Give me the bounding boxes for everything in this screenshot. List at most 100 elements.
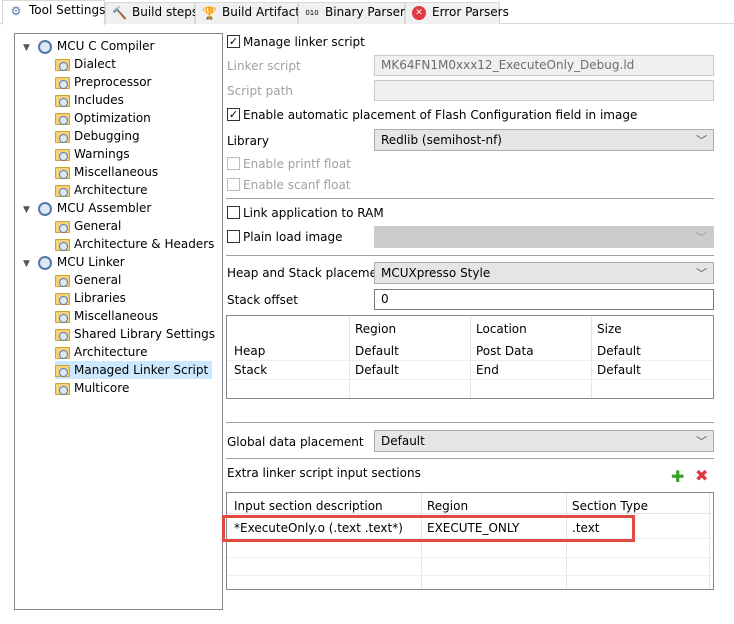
tree-item-libraries[interactable]: Libraries bbox=[55, 289, 130, 307]
library-select[interactable]: Redlib (semihost-nf) ﹀ bbox=[374, 129, 714, 151]
extra-sections-label: Extra linker script input sections bbox=[227, 466, 421, 480]
tree-item-dialect[interactable]: Dialect bbox=[55, 55, 120, 73]
tree-item-label: Optimization bbox=[74, 111, 151, 125]
plain-load-checkbox[interactable] bbox=[227, 230, 240, 243]
table-cell[interactable]: Default bbox=[355, 363, 399, 377]
tree-item-compiler[interactable]: ▼ MCU C Compiler bbox=[23, 37, 154, 55]
tree-item-label: Architecture bbox=[74, 183, 148, 197]
table-cell[interactable]: Default bbox=[597, 363, 641, 377]
linker-script-field[interactable]: MK64FN1M0xxx12_ExecuteOnly_Debug.ld bbox=[374, 55, 714, 76]
tree-item-multicore[interactable]: Multicore bbox=[55, 379, 133, 397]
tree-item-architecture[interactable]: Architecture bbox=[55, 343, 151, 361]
column-header-region: Region bbox=[355, 322, 397, 336]
link-to-ram-checkbox[interactable] bbox=[227, 206, 240, 219]
tree-item-architecture[interactable]: Architecture bbox=[55, 181, 151, 199]
tree-item-label: MCU C Compiler bbox=[56, 39, 155, 53]
global-data-placement-value: Default bbox=[381, 434, 425, 448]
tree-item-architecture-headers[interactable]: Architecture & Headers bbox=[55, 235, 218, 253]
scanf-float-checkbox[interactable] bbox=[227, 178, 240, 191]
settings-folder-icon bbox=[55, 382, 70, 395]
tree-item-shared-library-settings[interactable]: Shared Library Settings bbox=[55, 325, 219, 343]
table-cell[interactable]: End bbox=[476, 363, 499, 377]
tree-item-includes[interactable]: Includes bbox=[55, 91, 128, 109]
tree-item-label: Warnings bbox=[74, 147, 130, 161]
tree-item-general[interactable]: General bbox=[55, 271, 125, 289]
tree-item-miscellaneous[interactable]: Miscellaneous bbox=[55, 163, 162, 181]
settings-folder-icon bbox=[55, 112, 70, 125]
tree-item-label: Shared Library Settings bbox=[74, 327, 216, 341]
auto-flash-config-checkbox[interactable]: ✓ bbox=[227, 108, 240, 121]
chevron-down-icon[interactable]: ▼ bbox=[23, 43, 30, 53]
table-cell: Stack bbox=[234, 363, 268, 377]
tree-item-label: Libraries bbox=[74, 291, 126, 305]
tab-tool-settings[interactable]: ⚙ Tool Settings bbox=[2, 0, 105, 25]
add-icon[interactable]: ✚ bbox=[671, 467, 684, 486]
divider bbox=[226, 198, 714, 199]
tree-item-miscellaneous[interactable]: Miscellaneous bbox=[55, 307, 162, 325]
tab-error-parsers[interactable]: ✕ Error Parsers bbox=[405, 2, 509, 24]
chevron-down-icon[interactable]: ▼ bbox=[23, 259, 30, 269]
chevron-down-icon: ﹀ bbox=[696, 435, 707, 448]
plain-load-select[interactable]: ﹀ bbox=[374, 226, 714, 248]
manage-linker-script-checkbox[interactable]: ✓ bbox=[227, 35, 240, 48]
tree-item-label: Architecture & Headers bbox=[74, 237, 215, 251]
gear-icon bbox=[37, 255, 52, 270]
table-cell[interactable]: Post Data bbox=[476, 344, 534, 358]
linker-script-label: Linker script bbox=[227, 59, 301, 73]
scanf-float-label: Enable scanf float bbox=[243, 178, 351, 192]
chevron-down-icon: ﹀ bbox=[696, 267, 707, 280]
divider bbox=[226, 458, 714, 459]
tree-item-linker[interactable]: ▼ MCU Linker bbox=[23, 253, 125, 271]
settings-folder-icon bbox=[55, 94, 70, 107]
settings-folder-icon bbox=[55, 76, 70, 89]
settings-folder-icon bbox=[55, 346, 70, 359]
delete-icon[interactable]: ✖ bbox=[695, 466, 708, 485]
tree-item-preprocessor[interactable]: Preprocessor bbox=[55, 73, 155, 91]
tree-item-assembler[interactable]: ▼ MCU Assembler bbox=[23, 199, 151, 217]
tree-item-warnings[interactable]: Warnings bbox=[55, 145, 134, 163]
printf-float-checkbox[interactable] bbox=[227, 157, 240, 170]
library-label: Library bbox=[227, 134, 269, 148]
heap-stack-table[interactable]: Region Location Size Heap Default Post D… bbox=[226, 315, 714, 399]
settings-folder-icon bbox=[55, 364, 70, 377]
tab-binary-parsers[interactable]: 010 Binary Parsers bbox=[298, 2, 411, 24]
table-cell: Heap bbox=[234, 344, 266, 358]
column-header-location: Location bbox=[476, 322, 527, 336]
tree-item-label: Architecture bbox=[74, 345, 148, 359]
heap-stack-placement-select[interactable]: MCUXpresso Style ﹀ bbox=[374, 262, 714, 284]
tree-item-debugging[interactable]: Debugging bbox=[55, 127, 144, 145]
tree-item-optimization[interactable]: Optimization bbox=[55, 109, 155, 127]
chevron-down-icon[interactable]: ▼ bbox=[23, 205, 30, 215]
column-header-input-section: Input section description bbox=[234, 499, 383, 513]
global-data-placement-select[interactable]: Default ﹀ bbox=[374, 430, 714, 452]
divider bbox=[226, 255, 714, 256]
script-path-field[interactable] bbox=[374, 80, 714, 101]
tree-item-label: General bbox=[74, 219, 122, 233]
tab-build-artifact[interactable]: 🏆 Build Artifact bbox=[195, 2, 300, 24]
binary-icon: 010 bbox=[305, 9, 319, 17]
tree-item-general[interactable]: General bbox=[55, 217, 125, 235]
global-data-placement-label: Global data placement bbox=[227, 435, 364, 449]
column-header-region: Region bbox=[427, 499, 469, 513]
settings-folder-icon bbox=[55, 58, 70, 71]
settings-folder-icon bbox=[55, 220, 70, 233]
settings-folder-icon bbox=[55, 148, 70, 161]
tool-tree[interactable]: ▼ MCU C Compiler Dialect Preprocessor Includ… bbox=[14, 33, 223, 610]
hammer-icon: 🔨 bbox=[112, 6, 127, 20]
tree-item-managed-linker-script[interactable]: Managed Linker Script bbox=[55, 361, 213, 379]
trophy-icon: 🏆 bbox=[202, 6, 217, 20]
highlight-box bbox=[222, 515, 635, 542]
stack-offset-input[interactable]: 0 bbox=[374, 289, 714, 310]
script-path-label: Script path bbox=[227, 84, 293, 98]
settings-folder-icon bbox=[55, 166, 70, 179]
heap-stack-placement-value: MCUXpresso Style bbox=[381, 266, 491, 280]
settings-folder-icon bbox=[55, 310, 70, 323]
tab-build-steps[interactable]: 🔨 Build steps bbox=[105, 2, 198, 24]
table-cell[interactable]: Default bbox=[597, 344, 641, 358]
table-cell[interactable]: Default bbox=[355, 344, 399, 358]
tree-item-label: General bbox=[74, 273, 122, 287]
gear-icon bbox=[37, 39, 52, 54]
tree-item-label: MCU Assembler bbox=[56, 201, 152, 215]
tree-item-label: Managed Linker Script bbox=[74, 363, 209, 377]
tree-item-label: Includes bbox=[74, 93, 124, 107]
